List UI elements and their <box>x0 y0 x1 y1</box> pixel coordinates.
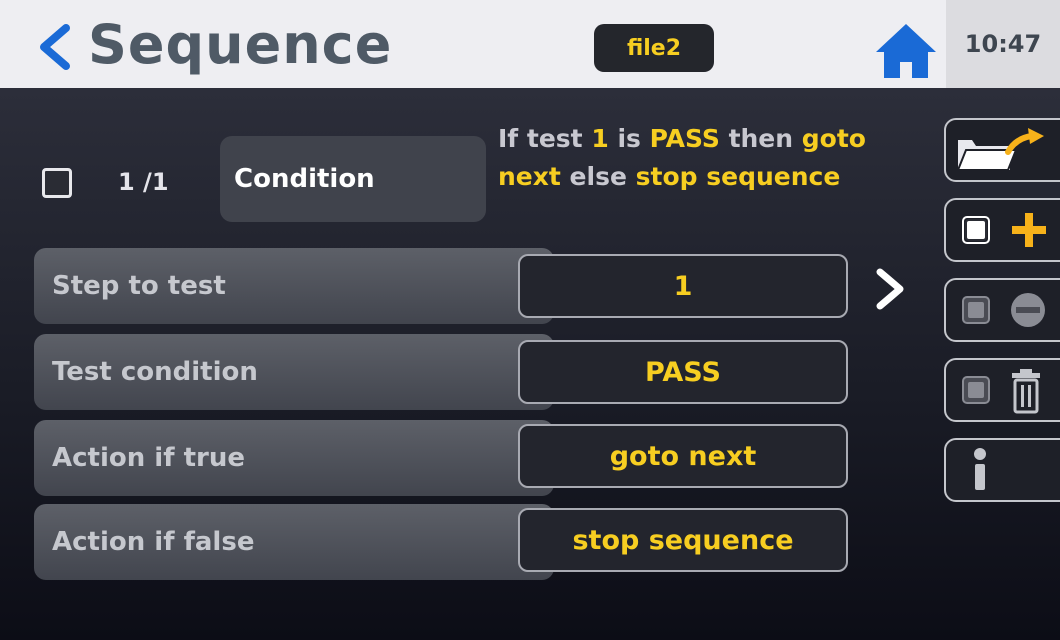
summary-text: else <box>560 162 636 191</box>
param-label: Test condition <box>52 357 258 387</box>
step-to-test-field[interactable]: 1 <box>518 254 848 318</box>
export-folder-button[interactable] <box>944 118 1060 182</box>
summary-result: PASS <box>649 124 720 153</box>
param-label: Action if true <box>52 443 245 473</box>
summary-test-number: 1 <box>591 124 609 153</box>
step-checkbox[interactable] <box>42 168 72 198</box>
home-icon[interactable] <box>874 22 938 80</box>
chevron-left-icon[interactable] <box>34 24 74 70</box>
summary-text: then <box>719 124 802 153</box>
chevron-right-icon[interactable] <box>872 266 908 312</box>
param-row-action-if-true: Action if true <box>34 420 554 496</box>
header-bar: Sequence file2 10:47 <box>0 0 1060 88</box>
step-counter: 1 /1 <box>118 168 169 196</box>
summary-text: is <box>608 124 650 153</box>
condition-summary: If test 1 is PASS then goto next else st… <box>498 120 918 196</box>
folder-export-icon <box>956 128 1044 171</box>
param-label: Step to test <box>52 271 226 301</box>
param-row-step-to-test: Step to test <box>34 248 554 324</box>
main-panel: 1 /1 Condition If test 1 is PASS then go… <box>0 88 1060 640</box>
add-step-icon <box>962 213 1046 247</box>
test-condition-field[interactable]: PASS <box>518 340 848 404</box>
param-row-test-condition: Test condition <box>34 334 554 410</box>
summary-text: If test <box>498 124 592 153</box>
step-type-label: Condition <box>234 164 375 194</box>
clock: 10:47 <box>964 30 1042 58</box>
remove-step-button[interactable] <box>944 278 1060 342</box>
param-label: Action if false <box>52 527 255 557</box>
page-title: Sequence <box>88 13 393 76</box>
step-type-button[interactable]: Condition <box>220 136 486 222</box>
info-icon <box>974 448 986 490</box>
action-if-false-field[interactable]: stop sequence <box>518 508 848 572</box>
add-step-button[interactable] <box>944 198 1060 262</box>
remove-step-icon <box>962 293 1045 327</box>
param-row-action-if-false: Action if false <box>34 504 554 580</box>
action-if-true-field[interactable]: goto next <box>518 424 848 488</box>
delete-icon <box>962 369 1040 414</box>
summary-action-false: stop sequence <box>635 162 841 191</box>
file-badge[interactable]: file2 <box>594 24 714 72</box>
info-button[interactable] <box>944 438 1060 502</box>
clock-area: 10:47 <box>946 0 1060 88</box>
delete-button[interactable] <box>944 358 1060 422</box>
